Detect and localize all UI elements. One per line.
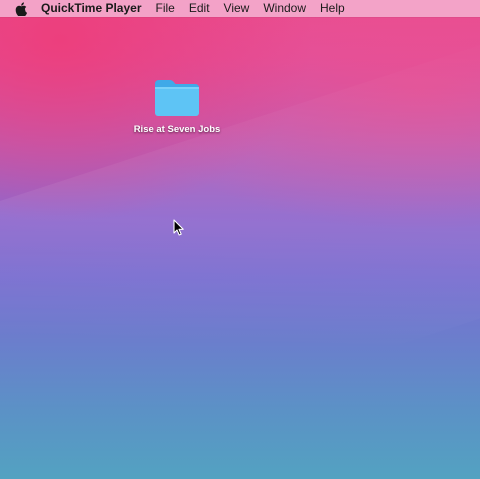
apple-icon[interactable]: [14, 1, 28, 16]
menu-app-name[interactable]: QuickTime Player: [41, 0, 142, 17]
mouse-pointer-icon: [173, 219, 184, 236]
desktop-folder-rise-at-seven-jobs[interactable]: Rise at Seven Jobs: [128, 78, 226, 135]
folder-label: Rise at Seven Jobs: [133, 124, 221, 135]
menu-bar: QuickTime Player File Edit View Window H…: [0, 0, 480, 17]
folder-icon: [155, 80, 199, 116]
menu-file[interactable]: File: [156, 0, 175, 17]
wallpaper-sheen: [0, 18, 480, 479]
menu-help[interactable]: Help: [320, 0, 345, 17]
menu-edit[interactable]: Edit: [189, 0, 210, 17]
desktop: QuickTime Player File Edit View Window H…: [0, 0, 480, 479]
menu-window[interactable]: Window: [263, 0, 306, 17]
menu-view[interactable]: View: [224, 0, 250, 17]
